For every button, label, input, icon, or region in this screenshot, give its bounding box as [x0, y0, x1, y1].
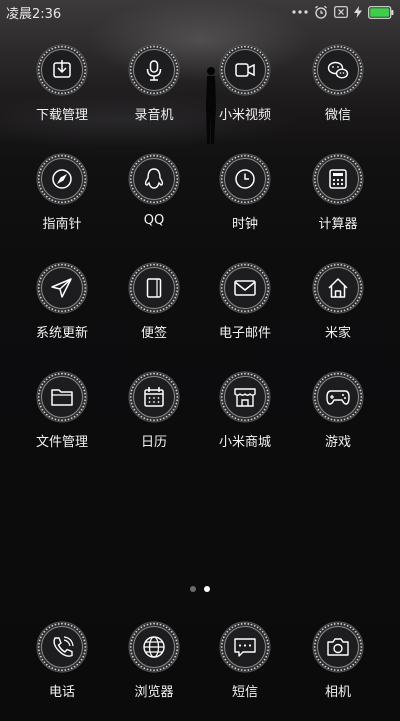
- dock-label: 浏览器: [134, 685, 174, 700]
- home-icon: [312, 262, 364, 314]
- app-store[interactable]: 小米商城: [199, 371, 291, 471]
- app-label: 米家: [324, 326, 351, 341]
- app-gamepad[interactable]: 游戏: [292, 371, 384, 471]
- app-label: 系统更新: [35, 326, 88, 341]
- app-label: QQ: [143, 213, 165, 228]
- app-download[interactable]: 下载管理: [16, 44, 108, 144]
- alarm-icon: [314, 5, 328, 19]
- app-label: 时钟: [231, 217, 258, 232]
- app-microphone[interactable]: 录音机: [108, 44, 200, 144]
- no-sim-icon: [334, 6, 348, 18]
- app-notepad[interactable]: 便签: [108, 262, 200, 362]
- phone-icon: [36, 621, 88, 673]
- app-envelope[interactable]: 电子邮件: [199, 262, 291, 362]
- gamepad-icon: [312, 371, 364, 423]
- app-video-camera[interactable]: 小米视频: [199, 44, 291, 144]
- app-calendar[interactable]: 日历: [108, 371, 200, 471]
- page-dot-2[interactable]: [204, 586, 210, 592]
- app-label: 微信: [324, 108, 351, 123]
- page-indicator: [186, 585, 216, 593]
- page-dot-1[interactable]: [190, 586, 196, 592]
- dock-globe[interactable]: 浏览器: [108, 621, 200, 721]
- folder-icon: [36, 371, 88, 423]
- app-label: 小米商城: [218, 435, 271, 450]
- app-label: 日历: [140, 435, 167, 450]
- app-qq-penguin[interactable]: QQ: [108, 153, 200, 253]
- dock-label: 相机: [324, 685, 351, 700]
- more-dots-icon: [292, 9, 308, 15]
- app-label: 便签: [140, 326, 167, 341]
- dock-label: 电话: [48, 685, 75, 700]
- dock-message[interactable]: 短信: [199, 621, 291, 721]
- wechat-icon: [312, 44, 364, 96]
- message-icon: [219, 621, 271, 673]
- charging-bolt-icon: [354, 6, 362, 18]
- clock-icon: [219, 153, 271, 205]
- status-bar: 凌晨2:36: [0, 0, 400, 24]
- microphone-icon: [128, 44, 180, 96]
- camera-icon: [312, 621, 364, 673]
- video-camera-icon: [219, 44, 271, 96]
- app-paper-plane[interactable]: 系统更新: [16, 262, 108, 362]
- globe-icon: [128, 621, 180, 673]
- download-icon: [36, 44, 88, 96]
- dock-phone[interactable]: 电话: [16, 621, 108, 721]
- app-compass[interactable]: 指南针: [16, 153, 108, 253]
- app-label: 电子邮件: [218, 326, 271, 341]
- qq-penguin-icon: [128, 153, 180, 205]
- envelope-icon: [219, 262, 271, 314]
- app-label: 小米视频: [218, 108, 271, 123]
- calculator-icon: [312, 153, 364, 205]
- app-label: 游戏: [324, 435, 351, 450]
- app-label: 文件管理: [35, 435, 88, 450]
- app-folder[interactable]: 文件管理: [16, 371, 108, 471]
- compass-icon: [36, 153, 88, 205]
- app-home[interactable]: 米家: [292, 262, 384, 362]
- app-calculator[interactable]: 计算器: [292, 153, 384, 253]
- battery-icon: [368, 5, 394, 19]
- calendar-icon: [128, 371, 180, 423]
- app-label: 指南针: [42, 217, 82, 232]
- app-wechat[interactable]: 微信: [292, 44, 384, 144]
- store-icon: [219, 371, 271, 423]
- dock-label: 短信: [231, 685, 258, 700]
- app-label: 录音机: [134, 108, 174, 123]
- app-clock[interactable]: 时钟: [199, 153, 291, 253]
- dock-camera[interactable]: 相机: [292, 621, 384, 721]
- app-label: 下载管理: [35, 108, 88, 123]
- paper-plane-icon: [36, 262, 88, 314]
- notepad-icon: [128, 262, 180, 314]
- app-label: 计算器: [318, 217, 358, 232]
- status-time: 凌晨2:36: [6, 6, 62, 22]
